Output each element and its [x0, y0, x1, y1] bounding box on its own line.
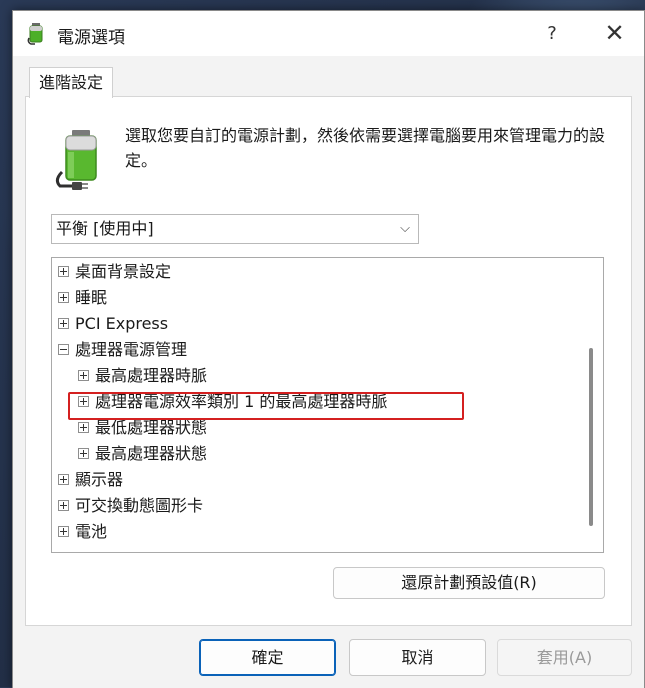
- tree-item-min-processor-state[interactable]: 最低處理器狀態: [78, 415, 207, 441]
- tree-scrollbar[interactable]: [581, 258, 603, 552]
- tree-item-label: 可交換動態圖形卡: [75, 496, 204, 515]
- power-plan-value: 平衡 [使用中]: [56, 219, 154, 238]
- apply-button[interactable]: 套用(A): [497, 639, 632, 676]
- power-options-dialog: 電源選項 ? ✕ 進階設定 選取您要自訂的電源計劃，然後依需要選擇電腦要用來管理…: [12, 10, 645, 688]
- title-bar: 電源選項 ? ✕: [13, 11, 644, 56]
- ok-button[interactable]: 確定: [199, 639, 336, 676]
- expand-plus-icon[interactable]: [78, 370, 89, 381]
- expand-plus-icon[interactable]: [58, 500, 69, 511]
- tree-item-desktop-background[interactable]: 桌面背景設定: [58, 259, 171, 285]
- tree-item-label: 最低處理器狀態: [95, 418, 208, 437]
- tree-item-battery[interactable]: 電池: [58, 519, 107, 545]
- help-button[interactable]: ?: [528, 11, 576, 56]
- tree-item-label: 電池: [75, 522, 108, 541]
- battery-plug-icon: [27, 23, 43, 45]
- tree-item-processor-power-management[interactable]: 處理器電源管理: [58, 337, 187, 363]
- cancel-button[interactable]: 取消: [349, 639, 486, 676]
- collapse-minus-icon[interactable]: [58, 344, 69, 355]
- battery-plug-icon: [55, 130, 97, 190]
- settings-tree: 桌面背景設定 睡眠 PCI Express 處理器電源管理 最高處理器時脈 處理…: [51, 257, 604, 553]
- tab-advanced-settings[interactable]: 進階設定: [29, 67, 113, 98]
- expand-plus-icon[interactable]: [58, 526, 69, 537]
- expand-plus-icon[interactable]: [58, 318, 69, 329]
- tree-item-label: 睡眠: [75, 288, 108, 307]
- window-title: 電源選項: [57, 28, 125, 48]
- tree-item-display[interactable]: 顯示器: [58, 467, 123, 493]
- tree-item-label: 處理器電源管理: [75, 340, 188, 359]
- power-plan-dropdown[interactable]: 平衡 [使用中] ⌵: [51, 214, 419, 244]
- restore-plan-defaults-button[interactable]: 還原計劃預設值(R): [333, 567, 605, 599]
- tree-item-label: 最高處理器狀態: [95, 444, 208, 463]
- tree-item-pci-express[interactable]: PCI Express: [58, 311, 168, 337]
- expand-plus-icon[interactable]: [58, 292, 69, 303]
- chevron-down-icon: ⌵: [400, 221, 410, 236]
- expand-plus-icon[interactable]: [58, 474, 69, 485]
- expand-plus-icon[interactable]: [58, 266, 69, 277]
- scrollbar-thumb[interactable]: [589, 348, 593, 526]
- tree-item-label: 最高處理器時脈: [95, 366, 208, 385]
- expand-plus-icon[interactable]: [78, 448, 89, 459]
- close-button[interactable]: ✕: [585, 11, 644, 56]
- expand-plus-icon[interactable]: [78, 422, 89, 433]
- tree-item-max-frequency-efficiency-class-1[interactable]: 處理器電源效率類別 1 的最高處理器時脈: [78, 389, 387, 415]
- tree-item-label: 顯示器: [75, 470, 124, 489]
- tree-item-label: 處理器電源效率類別 1 的最高處理器時脈: [95, 392, 388, 411]
- tree-item-label: PCI Express: [75, 314, 169, 333]
- tree-item-switchable-graphics[interactable]: 可交換動態圖形卡: [58, 493, 203, 519]
- description-text: 選取您要自訂的電源計劃，然後依需要選擇電腦要用來管理電力的設定。: [125, 126, 606, 170]
- tree-item-max-processor-frequency[interactable]: 最高處理器時脈: [78, 363, 207, 389]
- tree-item-max-processor-state[interactable]: 最高處理器狀態: [78, 441, 207, 467]
- tree-item-sleep[interactable]: 睡眠: [58, 285, 107, 311]
- tree-item-label: 桌面背景設定: [75, 262, 172, 281]
- expand-plus-icon[interactable]: [78, 396, 89, 407]
